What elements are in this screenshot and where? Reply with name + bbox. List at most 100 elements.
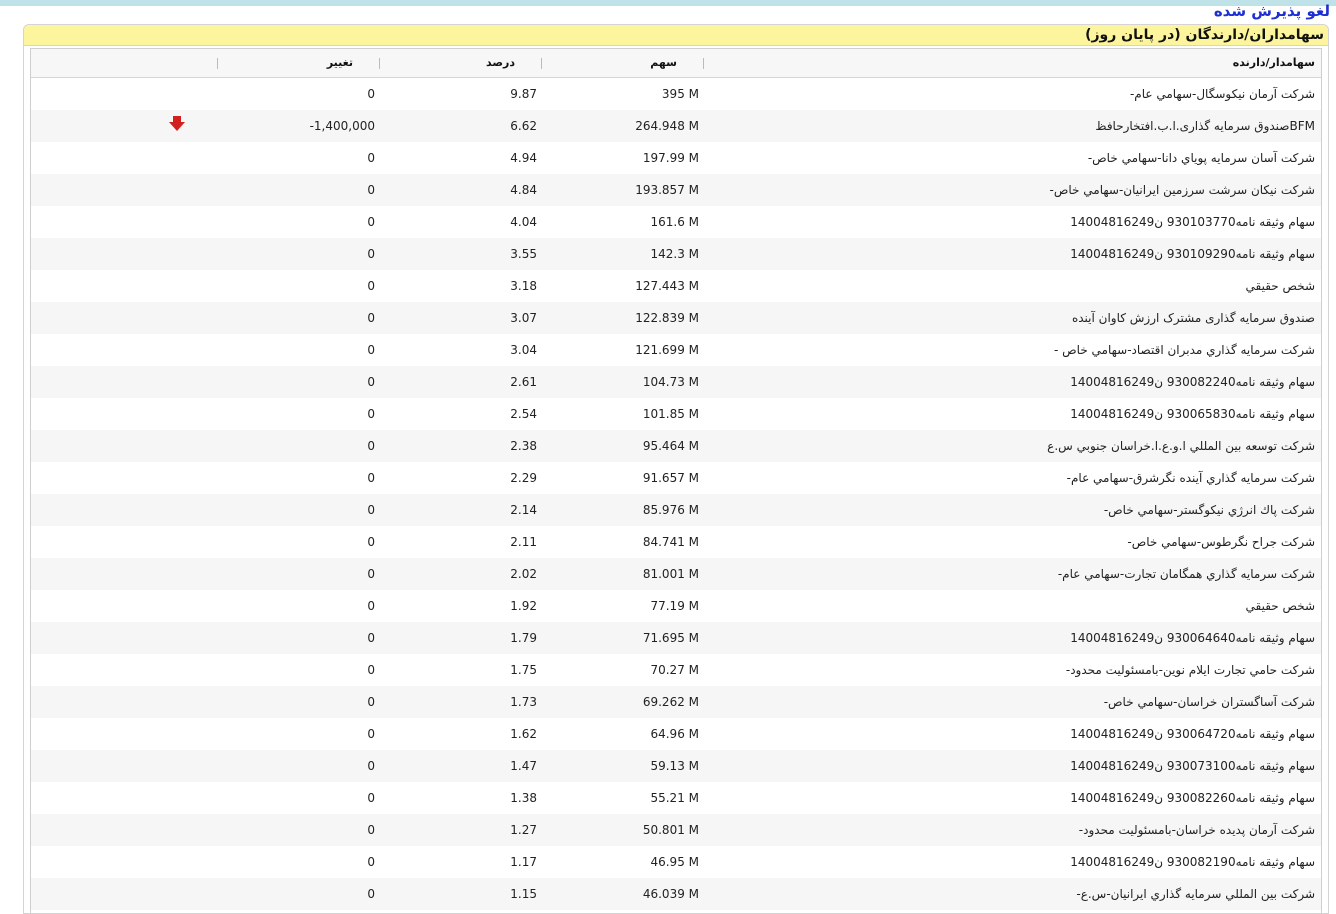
change-indicator: [165, 174, 189, 206]
share-change: 0: [367, 823, 375, 837]
table-row[interactable]: سهام وثیقه نامه930082190 ن14004816249 46.…: [31, 846, 1321, 878]
table-row[interactable]: شرکت آسان سرمایه پویاي دانا-سهامي خاص- 19…: [31, 142, 1321, 174]
table-row[interactable]: سهام وثیقه نامه930065830 ن14004816249 101…: [31, 398, 1321, 430]
share-percent: 2.61: [510, 375, 537, 389]
cancelled-acceptance-link[interactable]: لغو پذیرش شده: [1214, 2, 1330, 20]
share-change: 0: [367, 503, 375, 517]
holder-name: شرکت آرمان نیکوسگال-سهامي عام-: [1129, 87, 1315, 101]
table-row[interactable]: شرکت آرمان پدیده خراسان-بامسئولیت محدود-…: [31, 814, 1321, 846]
share-count: 264.948 M: [635, 119, 699, 133]
share-percent: 3.18: [510, 279, 537, 293]
change-indicator: [165, 142, 189, 174]
column-separator[interactable]: [703, 58, 704, 69]
share-count: 69.262 M: [642, 695, 699, 709]
table-row[interactable]: شرکت سرمایه گذاري مدبران اقتصاد-سهامي خا…: [31, 334, 1321, 366]
table-row[interactable]: شخص حقیقي 127.443 M 3.18 0: [31, 270, 1321, 302]
share-percent: 2.38: [510, 439, 537, 453]
column-header-holder[interactable]: سهامدار/دارنده: [1233, 49, 1315, 77]
table-row[interactable]: سهام وثیقه نامه930073100 ن14004816249 59.…: [31, 750, 1321, 782]
change-indicator: [165, 334, 189, 366]
holder-name: سهام وثیقه نامه930082240 ن14004816249: [1070, 375, 1315, 389]
share-count: 46.95 M: [650, 855, 699, 869]
holder-name: شرکت نیکان سرشت سرزمین ایرانیان-سهامي خا…: [1049, 183, 1315, 197]
holder-name: شرکت جراح نگرطوس-سهامي خاص-: [1127, 535, 1315, 549]
table-row[interactable]: شرکت جراح نگرطوس-سهامي خاص- 84.741 M 2.11 0: [31, 526, 1321, 558]
change-indicator: [165, 878, 189, 910]
down-arrow-icon: [168, 112, 186, 131]
top-strip: [0, 0, 1336, 6]
share-percent: 1.17: [510, 855, 537, 869]
share-percent: 9.87: [510, 87, 537, 101]
table-row[interactable]: سهام وثیقه نامه930064720 ن14004816249 64.…: [31, 718, 1321, 750]
share-count: 161.6 M: [650, 215, 699, 229]
share-count: 85.976 M: [642, 503, 699, 517]
column-separator[interactable]: [379, 58, 380, 69]
share-percent: 4.94: [510, 151, 537, 165]
table-row[interactable]: شرکت توسعه بین المللي ا.و.ع.ا.خراسان جنو…: [31, 430, 1321, 462]
share-count: 59.13 M: [650, 759, 699, 773]
table-row[interactable]: سهام وثیقه نامه930082240 ن14004816249 104…: [31, 366, 1321, 398]
column-separator[interactable]: [217, 58, 218, 69]
share-percent: 1.73: [510, 695, 537, 709]
share-change: 0: [367, 215, 375, 229]
holder-name: BFMصندوق سرمایه گذاری.ا.ب.افتخارحافظ: [1095, 119, 1315, 133]
change-indicator: [165, 110, 189, 142]
shareholders-panel: سهامداران/دارندگان (در پایان روز) سهامدا…: [23, 24, 1329, 914]
share-change: 0: [367, 343, 375, 357]
share-count: 395 M: [661, 87, 699, 101]
share-change: 0: [367, 759, 375, 773]
holder-name: شرکت آساگستران خراسان-سهامي خاص-: [1103, 695, 1315, 709]
table-row[interactable]: شرکت آساگستران خراسان-سهامي خاص- 69.262 M…: [31, 686, 1321, 718]
table-row[interactable]: شرکت پاك انرژي نیکوگستر-سهامي خاص- 85.976…: [31, 494, 1321, 526]
change-indicator: [165, 494, 189, 526]
table-row[interactable]: صندوق سرمایه گذاری مشترک ارزش کاوان آیند…: [31, 302, 1321, 334]
share-change: 0: [367, 407, 375, 421]
table-row[interactable]: سهام وثیقه نامه930103770 ن14004816249 161…: [31, 206, 1321, 238]
share-count: 81.001 M: [642, 567, 699, 581]
holder-name: سهام وثیقه نامه930064640 ن14004816249: [1070, 631, 1315, 645]
change-indicator: [165, 718, 189, 750]
table-row[interactable]: شرکت بین المللي سرمایه گذاري ایرانیان-س.…: [31, 878, 1321, 910]
change-indicator: [165, 430, 189, 462]
share-count: 142.3 M: [650, 247, 699, 261]
change-indicator: [165, 462, 189, 494]
table-row[interactable]: سهام وثیقه نامه930064640 ن14004816249 71.…: [31, 622, 1321, 654]
share-change: 0: [367, 791, 375, 805]
share-count: 70.27 M: [650, 663, 699, 677]
share-count: 104.73 M: [642, 375, 699, 389]
holder-name: شرکت پاك انرژي نیکوگستر-سهامي خاص-: [1103, 503, 1315, 517]
table-row[interactable]: شخص حقیقي 77.19 M 1.92 0: [31, 590, 1321, 622]
column-header-shares[interactable]: سهم: [650, 49, 677, 77]
column-header-change[interactable]: تغییر: [327, 49, 353, 77]
share-percent: 2.11: [510, 535, 537, 549]
holder-name: سهام وثیقه نامه930082190 ن14004816249: [1070, 855, 1315, 869]
table-row[interactable]: شرکت آرمان نیکوسگال-سهامي عام- 395 M 9.87 0: [31, 78, 1321, 110]
table-row[interactable]: شرکت حامي تجارت ایلام نوین-بامسئولیت محد…: [31, 654, 1321, 686]
change-indicator: [165, 622, 189, 654]
column-separator[interactable]: [541, 58, 542, 69]
share-change: 0: [367, 567, 375, 581]
table-row[interactable]: شرکت سرمایه گذاري همگامان تجارت-سهامي عا…: [31, 558, 1321, 590]
table-row[interactable]: BFMصندوق سرمایه گذاری.ا.ب.افتخارحافظ 264.…: [31, 110, 1321, 142]
share-percent: 1.47: [510, 759, 537, 773]
column-header-percent[interactable]: درصد: [486, 49, 515, 77]
change-indicator: [165, 654, 189, 686]
share-change: 0: [367, 439, 375, 453]
holder-name: شرکت حامي تجارت ایلام نوین-بامسئولیت محد…: [1065, 663, 1315, 677]
table-row[interactable]: سهام وثیقه نامه930109290 ن14004816249 142…: [31, 238, 1321, 270]
share-change: 0: [367, 87, 375, 101]
share-change: 0: [367, 279, 375, 293]
change-indicator: [165, 590, 189, 622]
table-row[interactable]: سهام وثیقه نامه930082260 ن14004816249 55.…: [31, 782, 1321, 814]
share-percent: 1.38: [510, 791, 537, 805]
share-percent: 3.07: [510, 311, 537, 325]
share-count: 95.464 M: [642, 439, 699, 453]
share-percent: 1.79: [510, 631, 537, 645]
change-indicator: [165, 398, 189, 430]
table-row[interactable]: شرکت سرمایه گذاري آینده نگرشرق-سهامي عام…: [31, 462, 1321, 494]
share-change: -1,400,000: [309, 119, 375, 133]
table-row[interactable]: شرکت نیکان سرشت سرزمین ایرانیان-سهامي خا…: [31, 174, 1321, 206]
share-change: 0: [367, 887, 375, 901]
holder-name: شخص حقیقي: [1245, 279, 1316, 293]
share-change: 0: [367, 727, 375, 741]
